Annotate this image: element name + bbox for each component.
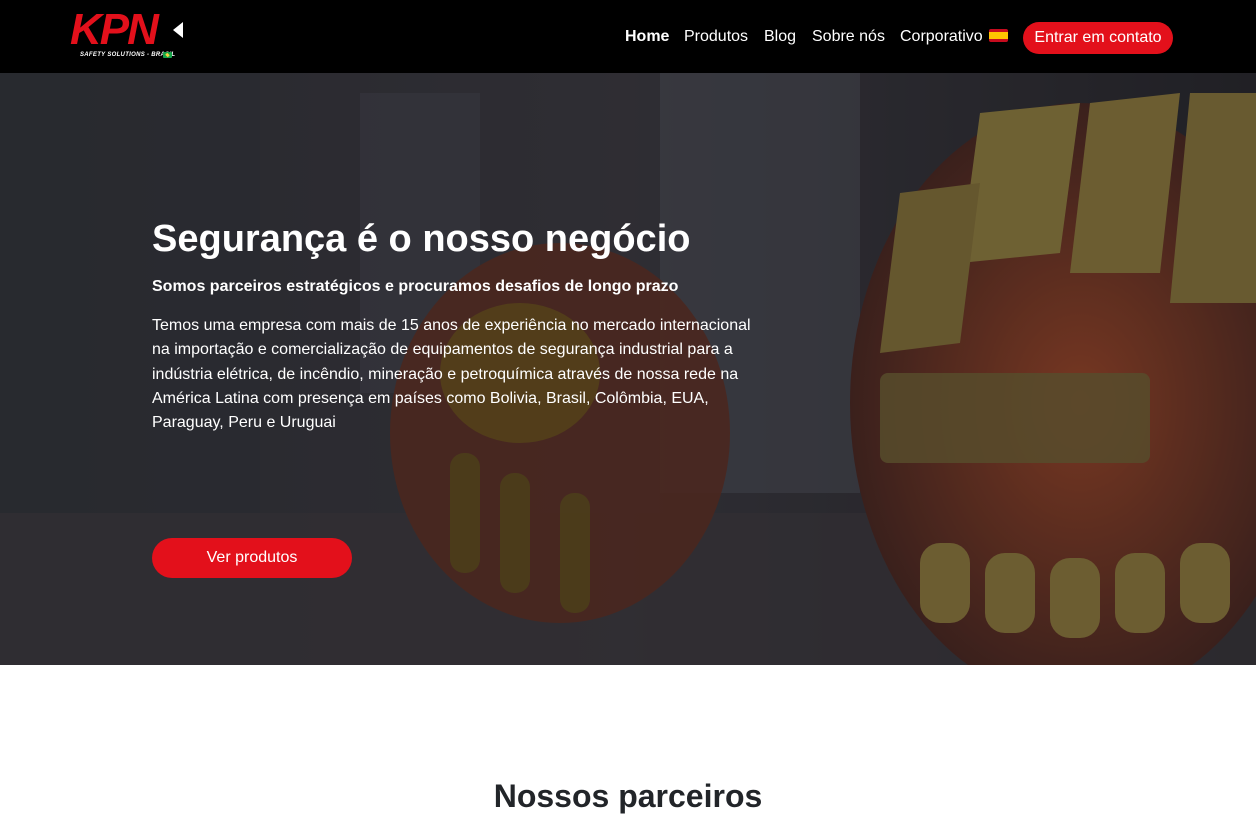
logo-wordmark: KPN xyxy=(70,5,159,54)
hero-title: Segurança é o nosso negócio xyxy=(152,218,691,260)
hero-subtitle: Somos parceiros estratégicos e procuramo… xyxy=(152,278,679,295)
top-navbar: KPN SAFETY SOLUTIONS - BRASIL Home Produ… xyxy=(0,0,1256,73)
view-products-button[interactable]: Ver produtos xyxy=(152,538,352,578)
partners-title: Nossos parceiros xyxy=(493,778,763,814)
nav-item-home[interactable]: Home xyxy=(625,27,669,47)
nav-item-produtos[interactable]: Produtos xyxy=(684,27,748,47)
hero-content: Segurança é o nosso negócio Somos parcei… xyxy=(152,216,762,578)
nav-item-corporativo[interactable]: Corporativo xyxy=(900,27,1008,47)
logo-arrow-icon xyxy=(173,22,183,38)
nav-item-blog[interactable]: Blog xyxy=(764,27,796,47)
hero-section: Segurança é o nosso negócio Somos parcei… xyxy=(0,73,1256,665)
logo-tagline: SAFETY SOLUTIONS - BRASIL xyxy=(80,52,176,58)
kpn-logo[interactable]: KPN SAFETY SOLUTIONS - BRASIL xyxy=(70,8,190,64)
nav-item-sobre-nos[interactable]: Sobre nós xyxy=(812,27,885,47)
nav-item-corporativo-label: Corporativo xyxy=(900,28,983,45)
spain-flag-icon xyxy=(988,29,1008,42)
brazil-flag-icon xyxy=(163,52,172,58)
hero-description: Temos uma empresa com mais de 15 anos de… xyxy=(152,317,751,432)
contact-button[interactable]: Entrar em contato xyxy=(1023,22,1173,54)
